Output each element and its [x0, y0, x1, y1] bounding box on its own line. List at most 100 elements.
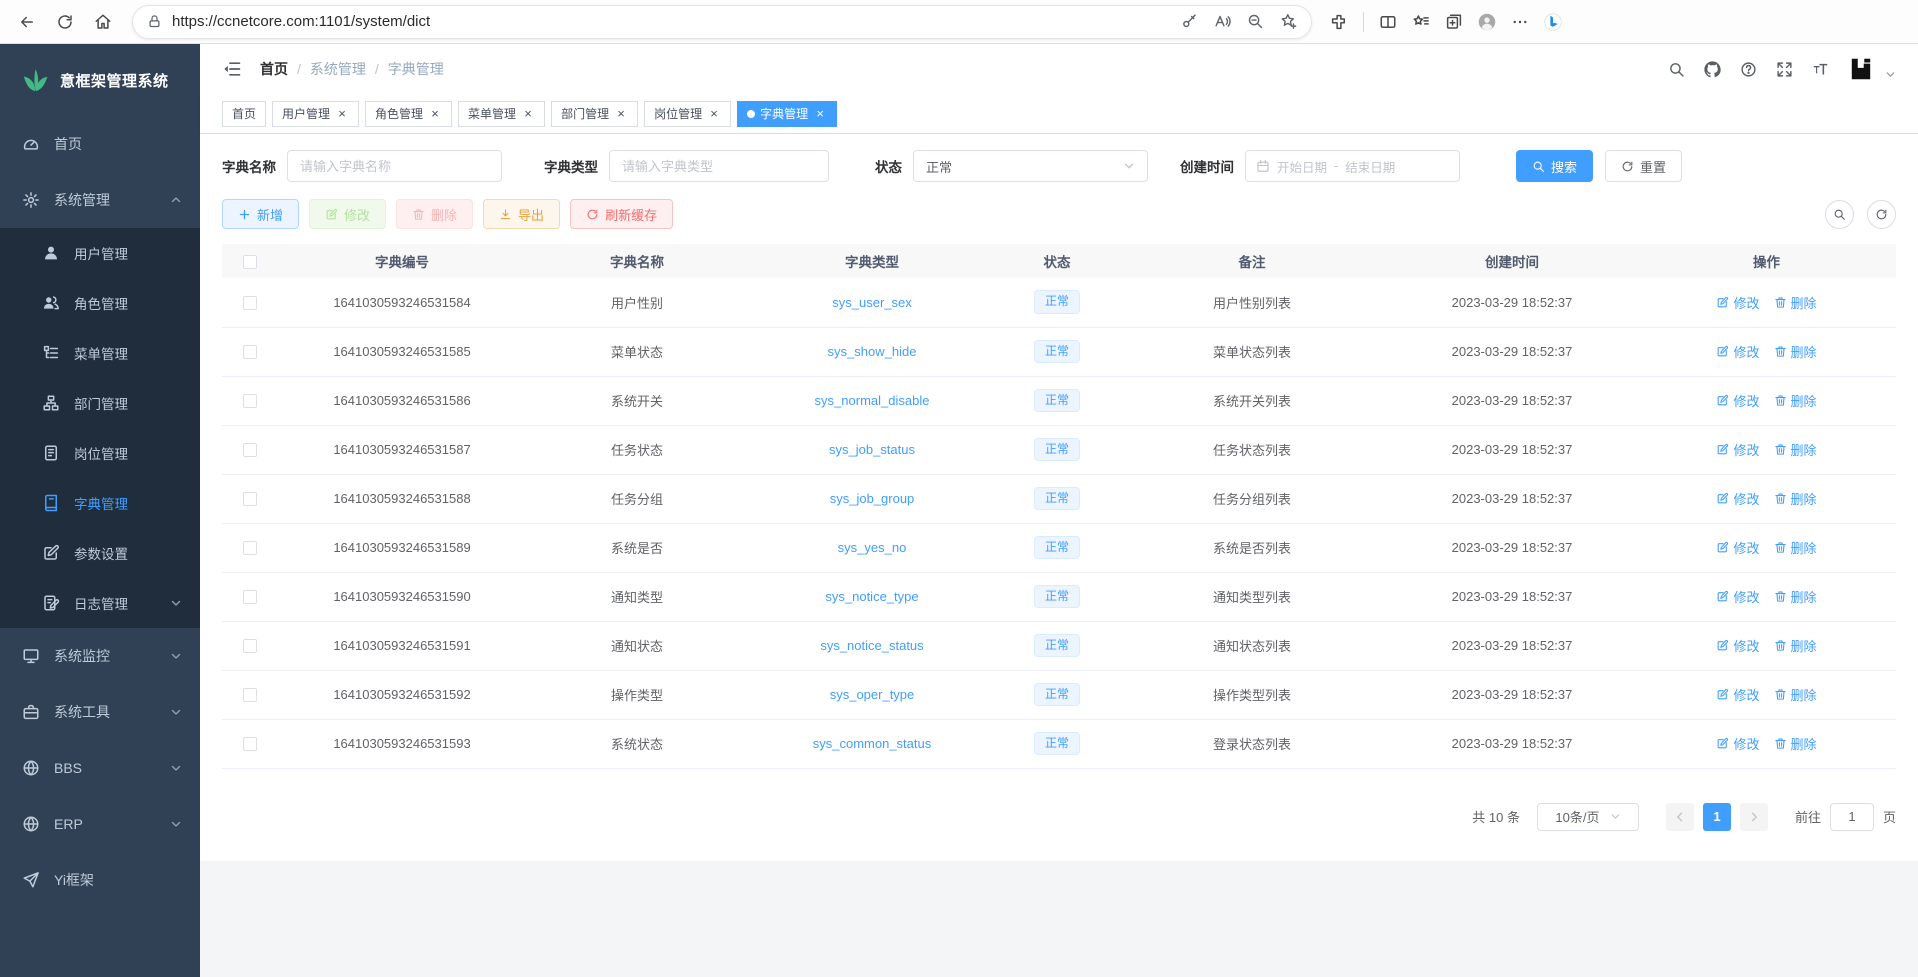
delete-row-button[interactable]: 删除 — [1774, 293, 1817, 312]
edit-row-button[interactable]: 修改 — [1716, 685, 1759, 704]
row-checkbox[interactable] — [243, 737, 257, 751]
font-size-icon[interactable] — [1812, 61, 1829, 78]
row-checkbox[interactable] — [243, 590, 257, 604]
dict-type-link[interactable]: sys_job_status — [829, 442, 915, 457]
collections-icon[interactable] — [1445, 13, 1463, 31]
refresh-cache-button[interactable]: 刷新缓存 — [570, 199, 673, 229]
bing-copilot-icon[interactable] — [1544, 13, 1562, 31]
page-size-select[interactable]: 10条/页 — [1537, 803, 1639, 831]
sidebar-item-system-monitor[interactable]: 系统监控 — [0, 628, 200, 684]
close-icon[interactable]: × — [614, 107, 628, 121]
breadcrumb-item-home[interactable]: 首页 — [260, 59, 288, 79]
avatar-caret-down-icon[interactable] — [1885, 69, 1896, 80]
date-range-picker[interactable]: 开始日期 - 结束日期 — [1245, 150, 1460, 182]
url-text[interactable]: https://ccnetcore.com:1101/system/dict — [172, 13, 1171, 30]
tab-dept-mgmt[interactable]: 部门管理× — [551, 101, 638, 127]
dict-type-link[interactable]: sys_normal_disable — [815, 393, 930, 408]
row-checkbox[interactable] — [243, 541, 257, 555]
row-checkbox[interactable] — [243, 639, 257, 653]
app-logo[interactable]: 意框架管理系统 — [0, 44, 200, 116]
add-favorite-icon[interactable] — [1280, 13, 1297, 30]
sidebar-item-home[interactable]: 首页 — [0, 116, 200, 172]
delete-row-button[interactable]: 删除 — [1774, 489, 1817, 508]
tab-dict-mgmt[interactable]: 字典管理× — [737, 101, 837, 127]
sidebar-item-bbs[interactable]: BBS — [0, 740, 200, 796]
edit-row-button[interactable]: 修改 — [1716, 342, 1759, 361]
row-checkbox[interactable] — [243, 443, 257, 457]
fullscreen-icon[interactable] — [1776, 61, 1793, 78]
search-button[interactable]: 搜索 — [1516, 150, 1593, 182]
add-button[interactable]: 新增 — [222, 199, 299, 229]
sidebar-item-user-mgmt[interactable]: 用户管理 — [0, 228, 200, 278]
tab-home[interactable]: 首页 — [222, 101, 266, 127]
goto-page-input[interactable] — [1830, 803, 1874, 831]
browser-home-button[interactable] — [86, 5, 120, 39]
sidebar-item-post-mgmt[interactable]: 岗位管理 — [0, 428, 200, 478]
sidebar-item-erp[interactable]: ERP — [0, 796, 200, 852]
help-icon[interactable] — [1740, 61, 1757, 78]
close-icon[interactable]: × — [335, 107, 349, 121]
tab-menu-mgmt[interactable]: 菜单管理× — [458, 101, 545, 127]
sidebar-fold-icon[interactable] — [222, 59, 242, 79]
delete-button[interactable]: 删除 — [396, 199, 473, 229]
delete-row-button[interactable]: 删除 — [1774, 342, 1817, 361]
sidebar-item-dept-mgmt[interactable]: 部门管理 — [0, 378, 200, 428]
browser-profile-avatar[interactable] — [1478, 13, 1496, 31]
toggle-search-button[interactable] — [1825, 200, 1854, 229]
sidebar-item-role-mgmt[interactable]: 角色管理 — [0, 278, 200, 328]
tab-role-mgmt[interactable]: 角色管理× — [365, 101, 452, 127]
sidebar-item-system-mgmt[interactable]: 系统管理 — [0, 172, 200, 228]
edit-row-button[interactable]: 修改 — [1716, 734, 1759, 753]
edit-row-button[interactable]: 修改 — [1716, 293, 1759, 312]
address-bar[interactable]: https://ccnetcore.com:1101/system/dict — [132, 5, 1312, 39]
delete-row-button[interactable]: 删除 — [1774, 538, 1817, 557]
delete-row-button[interactable]: 删除 — [1774, 587, 1817, 606]
extensions-icon[interactable] — [1330, 13, 1348, 31]
row-checkbox[interactable] — [243, 394, 257, 408]
dict-type-link[interactable]: sys_notice_type — [825, 589, 918, 604]
zoom-out-icon[interactable] — [1247, 13, 1264, 30]
sidebar-item-yi-framework[interactable]: Yi框架 — [0, 852, 200, 908]
tab-user-mgmt[interactable]: 用户管理× — [272, 101, 359, 127]
close-icon[interactable]: × — [428, 107, 442, 121]
dict-type-link[interactable]: sys_notice_status — [820, 638, 923, 653]
row-checkbox[interactable] — [243, 345, 257, 359]
next-page-button[interactable] — [1740, 803, 1768, 831]
edit-button[interactable]: 修改 — [309, 199, 386, 229]
dict-type-link[interactable]: sys_job_group — [830, 491, 915, 506]
password-key-icon[interactable] — [1181, 13, 1198, 30]
sidebar-item-menu-mgmt[interactable]: 菜单管理 — [0, 328, 200, 378]
sidebar-item-dict-mgmt[interactable]: 字典管理 — [0, 478, 200, 528]
edit-row-button[interactable]: 修改 — [1716, 587, 1759, 606]
dict-type-link[interactable]: sys_user_sex — [832, 295, 911, 310]
edit-row-button[interactable]: 修改 — [1716, 489, 1759, 508]
github-icon[interactable] — [1704, 61, 1721, 78]
dict-name-input[interactable] — [287, 150, 502, 182]
dict-type-link[interactable]: sys_show_hide — [828, 344, 917, 359]
tab-post-mgmt[interactable]: 岗位管理× — [644, 101, 731, 127]
edit-row-button[interactable]: 修改 — [1716, 636, 1759, 655]
delete-row-button[interactable]: 删除 — [1774, 636, 1817, 655]
current-page-button[interactable]: 1 — [1703, 803, 1731, 831]
delete-row-button[interactable]: 删除 — [1774, 734, 1817, 753]
user-avatar-logo[interactable] — [1848, 56, 1874, 82]
close-icon[interactable]: × — [521, 107, 535, 121]
delete-row-button[interactable]: 删除 — [1774, 685, 1817, 704]
edit-row-button[interactable]: 修改 — [1716, 440, 1759, 459]
row-checkbox[interactable] — [243, 296, 257, 310]
read-aloud-icon[interactable] — [1214, 13, 1231, 30]
export-button[interactable]: 导出 — [483, 199, 560, 229]
row-checkbox[interactable] — [243, 492, 257, 506]
favorites-icon[interactable] — [1412, 13, 1430, 31]
browser-back-button[interactable] — [10, 5, 44, 39]
select-all-checkbox[interactable] — [243, 255, 257, 269]
browser-menu-icon[interactable] — [1511, 13, 1529, 31]
prev-page-button[interactable] — [1666, 803, 1694, 831]
edit-row-button[interactable]: 修改 — [1716, 538, 1759, 557]
dict-type-link[interactable]: sys_oper_type — [830, 687, 915, 702]
sidebar-item-log-mgmt[interactable]: 日志管理 — [0, 578, 200, 628]
sidebar-item-param-settings[interactable]: 参数设置 — [0, 528, 200, 578]
reset-button[interactable]: 重置 — [1605, 150, 1682, 182]
dict-type-link[interactable]: sys_common_status — [813, 736, 932, 751]
refresh-table-button[interactable] — [1867, 200, 1896, 229]
